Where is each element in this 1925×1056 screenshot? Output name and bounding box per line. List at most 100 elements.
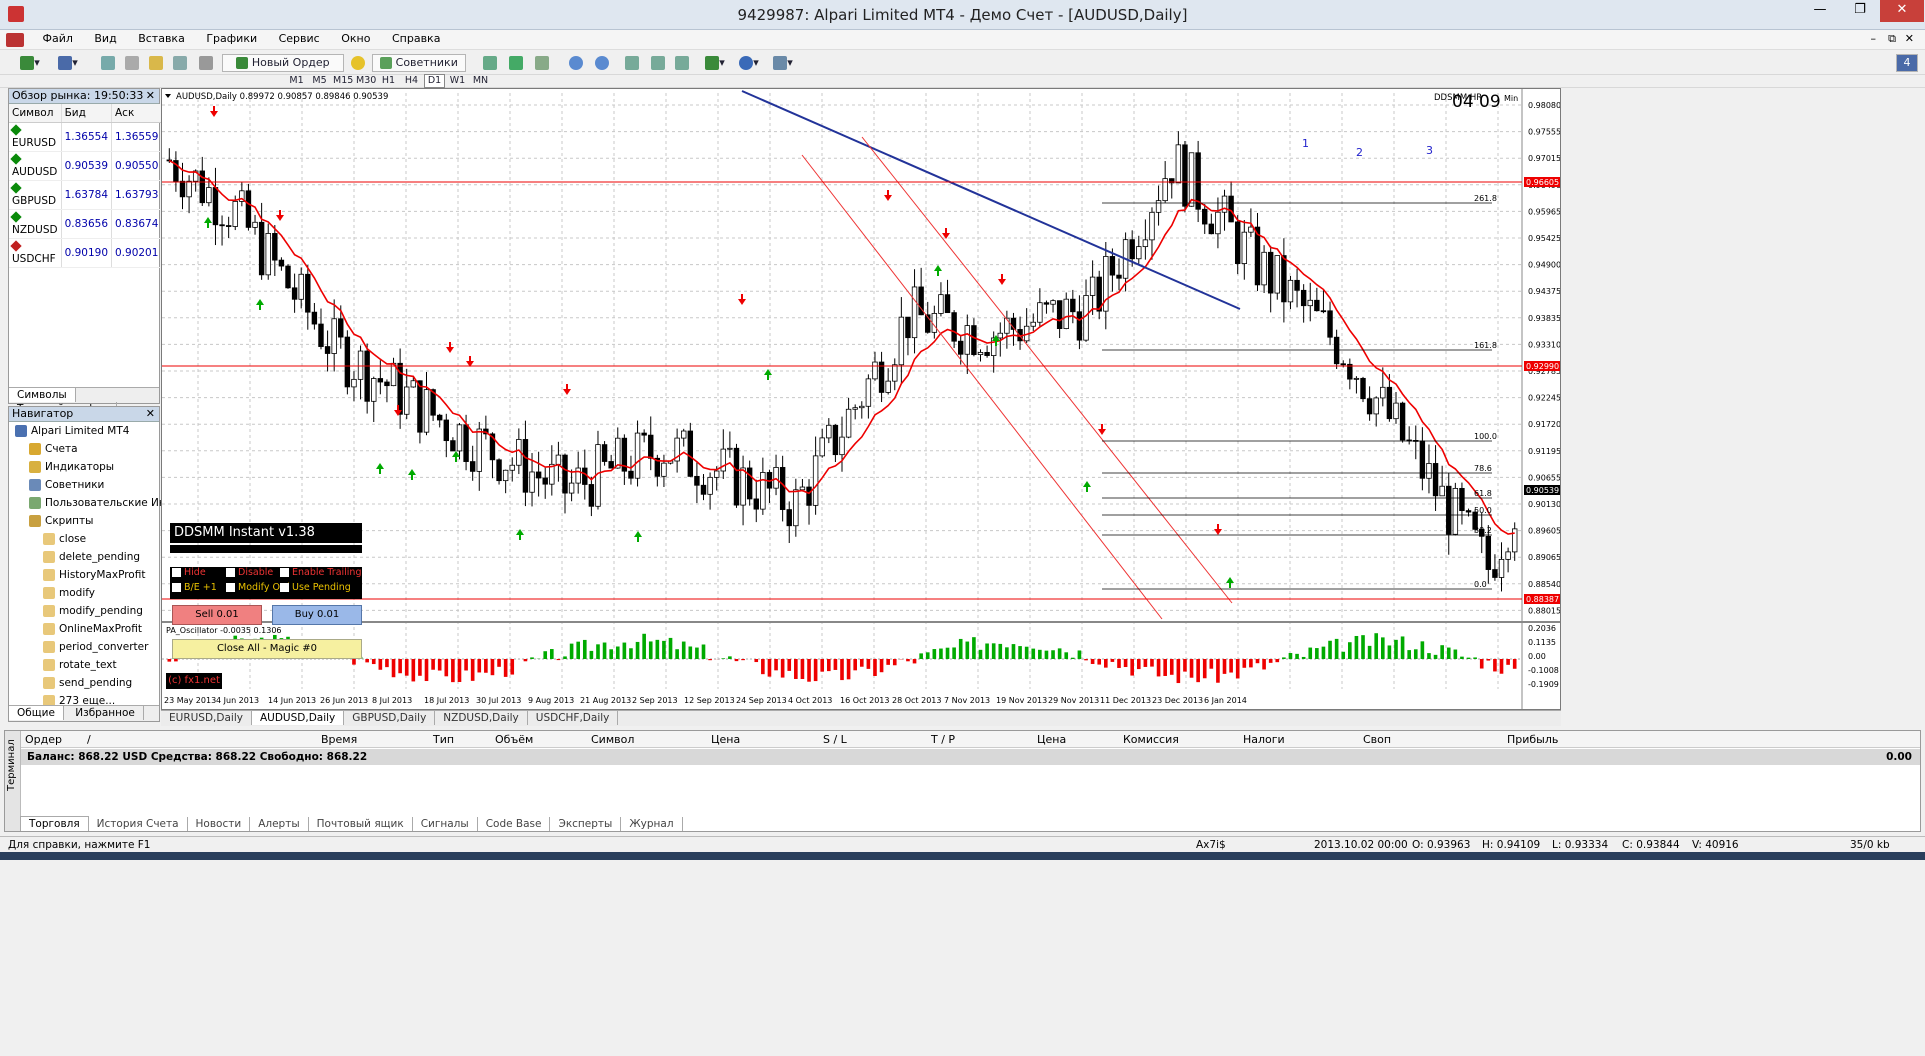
timeframe-d1[interactable]: D1 — [424, 74, 445, 88]
menu-view[interactable]: Вид — [85, 30, 125, 47]
ddsmm-option[interactable]: Enable Trailing — [278, 567, 361, 578]
orders-col[interactable]: Время — [321, 733, 357, 746]
col-bid[interactable]: Бид — [61, 104, 113, 123]
nav-item[interactable]: OnlineMaxProfit — [9, 620, 159, 638]
new-chart-button[interactable]: ▾ — [14, 54, 46, 72]
nav-item[interactable]: Индикаторы — [9, 458, 159, 476]
tab-symbols[interactable]: Символы — [9, 388, 76, 402]
tester-button[interactable] — [196, 54, 216, 72]
nav-item[interactable]: rotate_text — [9, 656, 159, 674]
col-ask[interactable]: Аск — [111, 104, 163, 123]
terminal-tab[interactable]: Торговля — [20, 816, 89, 831]
navigator-close[interactable]: ✕ — [146, 407, 155, 421]
menu-insert[interactable]: Вставка — [129, 30, 194, 47]
indicators-button[interactable]: ▾ — [700, 54, 730, 72]
chart-tab[interactable]: AUDUSD,Daily — [251, 711, 345, 725]
timeframe-m30[interactable]: M30 — [355, 74, 376, 88]
terminal-tab[interactable]: Эксперты — [550, 817, 622, 831]
nav-item[interactable]: Alpari Limited MT4 — [9, 422, 159, 440]
advisors-button[interactable]: Советники — [372, 54, 466, 72]
orders-col[interactable]: Своп — [1363, 733, 1391, 746]
chart-window[interactable]: 0.980800.975550.970150.964900.959650.954… — [161, 88, 1561, 710]
nav-item[interactable]: delete_pending — [9, 548, 159, 566]
price-chart[interactable]: 0.980800.975550.970150.964900.959650.954… — [162, 89, 1561, 709]
orders-col[interactable]: Налоги — [1243, 733, 1285, 746]
terminal-tab[interactable]: Журнал — [621, 817, 683, 831]
buy-button[interactable]: Buy 0.01 — [272, 605, 362, 625]
chart-tab[interactable]: USDCHF,Daily — [528, 711, 619, 725]
timeframe-m5[interactable]: M5 — [309, 74, 330, 88]
sell-button[interactable]: Sell 0.01 — [172, 605, 262, 625]
terminal-tab[interactable]: Алерты — [250, 817, 309, 831]
tab-favorites[interactable]: Избранное — [67, 706, 144, 720]
tile-button[interactable] — [622, 54, 642, 72]
nav-item[interactable]: modify_pending — [9, 602, 159, 620]
nav-item[interactable]: period_converter — [9, 638, 159, 656]
orders-col[interactable]: T / P — [931, 733, 955, 746]
orders-col[interactable]: Объём — [495, 733, 533, 746]
timeframe-h4[interactable]: H4 — [401, 74, 422, 88]
terminal-tab[interactable]: Code Base — [478, 817, 551, 831]
nav-item[interactable]: Счета — [9, 440, 159, 458]
new-order-button[interactable]: Новый Ордер — [222, 54, 344, 72]
chart-tab[interactable]: EURUSD,Daily — [161, 711, 252, 725]
terminal-tab[interactable]: Новости — [188, 817, 251, 831]
nav-item[interactable]: send_pending — [9, 674, 159, 692]
orders-col[interactable]: Символ — [591, 733, 634, 746]
orders-col[interactable]: Цена — [711, 733, 740, 746]
orders-col[interactable]: S / L — [823, 733, 847, 746]
nav-item[interactable]: Советники — [9, 476, 159, 494]
menu-help[interactable]: Справка — [383, 30, 449, 47]
balance-row[interactable]: Баланс: 868.22 USD Средства: 868.22 Своб… — [21, 749, 1920, 765]
periods-button[interactable]: ▾ — [734, 54, 764, 72]
terminal-tab[interactable]: История Счета — [89, 817, 188, 831]
nav-item[interactable]: Скрипты — [9, 512, 159, 530]
nav-item[interactable]: HistoryMaxProfit — [9, 566, 159, 584]
profiles-button[interactable]: ▾ — [52, 54, 84, 72]
autoscroll-button[interactable] — [648, 54, 668, 72]
candles-button[interactable] — [506, 54, 526, 72]
menu-charts[interactable]: Графики — [197, 30, 266, 47]
timeframe-h1[interactable]: H1 — [378, 74, 399, 88]
navigator-button[interactable] — [146, 54, 166, 72]
bar-chart-button[interactable] — [480, 54, 500, 72]
timeframe-m15[interactable]: M15 — [332, 74, 353, 88]
zoom-in-button[interactable] — [566, 54, 586, 72]
col-symbol[interactable]: Символ — [9, 104, 62, 123]
terminal-button[interactable] — [170, 54, 190, 72]
ddsmm-option[interactable]: Modify Ord — [224, 582, 290, 593]
chart-tab[interactable]: NZDUSD,Daily — [435, 711, 528, 725]
alert-button[interactable] — [348, 54, 368, 72]
notifications-button[interactable]: 4 — [1896, 54, 1918, 72]
menu-tools[interactable]: Сервис — [270, 30, 329, 47]
market-watch-button[interactable] — [98, 54, 118, 72]
nav-item[interactable]: modify — [9, 584, 159, 602]
close-button[interactable]: ✕ — [1880, 0, 1924, 22]
line-chart-button[interactable] — [532, 54, 552, 72]
menu-window[interactable]: Окно — [332, 30, 379, 47]
timeframe-mn[interactable]: MN — [470, 74, 491, 88]
close-all-button[interactable]: Close All - Magic #0 — [172, 639, 362, 659]
chart-tab[interactable]: GBPUSD,Daily — [344, 711, 436, 725]
maximize-button[interactable]: ❐ — [1840, 0, 1880, 22]
timeframe-m1[interactable]: M1 — [286, 74, 307, 88]
market-row[interactable]: GBPUSD 1.63784 1.63793 — [9, 180, 163, 210]
menu-file[interactable]: Файл — [34, 30, 82, 47]
market-row[interactable]: USDCHF 0.90190 0.90201 — [9, 238, 163, 268]
ddsmm-option[interactable]: Hide — [170, 567, 224, 578]
orders-col[interactable]: Цена — [1037, 733, 1066, 746]
orders-col[interactable]: / — [87, 733, 91, 746]
zoom-out-button[interactable] — [592, 54, 612, 72]
tab-common[interactable]: Общие — [9, 706, 64, 720]
orders-col[interactable]: Ордер — [25, 733, 62, 746]
ddsmm-option[interactable]: B/E +1 — [170, 582, 224, 593]
ddsmm-option[interactable]: Disable — [224, 567, 278, 578]
minimize-button[interactable]: — — [1800, 0, 1840, 22]
orders-col[interactable]: Прибыль — [1507, 733, 1558, 746]
ddsmm-option[interactable]: Use Pending — [278, 582, 360, 593]
child-close-button[interactable]: ✕ — [1896, 30, 1923, 47]
market-row[interactable]: NZDUSD 0.83656 0.83674 — [9, 209, 163, 239]
nav-item[interactable]: Пользовательские Инди — [9, 494, 180, 512]
market-watch-close[interactable]: ✕ — [146, 89, 155, 103]
data-window-button[interactable] — [122, 54, 142, 72]
